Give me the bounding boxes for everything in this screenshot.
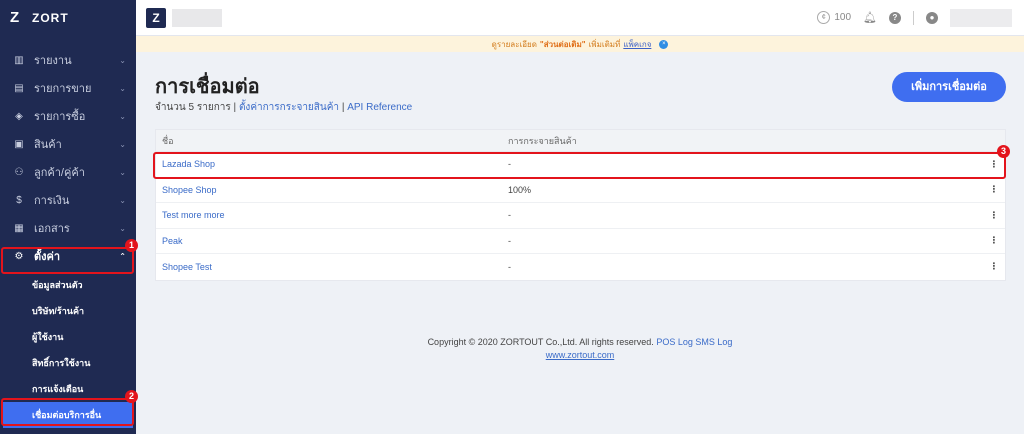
close-icon[interactable]: × [659,39,669,49]
sidebar-item-label: รายการซื้อ [34,111,86,123]
more-options-icon[interactable]: ⋮ [983,184,1005,195]
topbar-right: ¢ 100 🔔︎ ? ● [817,8,1024,27]
highlight-box-connect [1,398,134,426]
header-name: ชื่อ [162,135,174,146]
basket-icon: ◈ [15,110,23,122]
notice-package-link[interactable]: แพ็คเกจ [623,38,651,51]
highlight-box-settings [1,247,134,274]
separator: | [339,102,348,113]
divider [913,10,914,25]
notice-highlight: "ส่วนต่อเติม" [539,39,586,49]
record-count: จำนวน 5 รายการ [155,102,231,113]
notice-middle: เพิ่มเติมที่ [588,39,621,49]
submenu-item-users[interactable]: ผู้ใช้งาน [0,324,136,350]
clipboard-icon: ▤ [14,82,24,94]
sidebar: Z ZORT ▥ รายงาน ⌄ ▤ รายการขาย ⌄ ◈ รายการ… [0,0,136,434]
table-row[interactable]: Peak - ⋮ [156,229,1005,254]
connection-distribution: - [508,210,511,221]
user-name-redacted[interactable] [950,8,1012,27]
chevron-down-icon: ⌄ [119,83,126,93]
coin-icon: ¢ [817,11,831,24]
api-reference-link[interactable]: API Reference [347,102,412,113]
footer-site-link[interactable]: www.zortout.com [546,350,615,360]
chevron-down-icon: ⌄ [119,55,126,65]
sidebar-item-documents[interactable]: ▦ เอกสาร ⌄ [0,214,136,242]
money-icon: $ [16,194,22,206]
shop-name-redacted [172,8,222,27]
notice-banner: ดูรายละเอียด "ส่วนต่อเติม" เพิ่มเติมที่ … [136,36,1024,52]
footer-link-sms-log[interactable]: SMS Log [695,337,732,347]
sidebar-item-report[interactable]: ▥ รายงาน ⌄ [0,46,136,74]
document-icon: ▦ [14,222,24,234]
credit-balance[interactable]: ¢ 100 [817,11,851,24]
sidebar-item-sales[interactable]: ▤ รายการขาย ⌄ [0,74,136,102]
step-badge-2: 2 [125,390,138,403]
sidebar-item-label: การเงิน [34,195,70,207]
submenu-item-company[interactable]: บริษัท/ร้านค้า [0,298,136,324]
copyright-text: Copyright © 2020 ZORTOUT Co.,Ltd. All ri… [427,337,654,347]
step-badge-1: 1 [125,239,138,252]
sidebar-item-label: รายงาน [34,55,72,67]
page-title: การเชื่อมต่อ [155,76,260,98]
connection-name[interactable]: Shopee Test [156,262,508,272]
chevron-down-icon: ⌄ [119,223,126,233]
sidebar-nav: ▥ รายงาน ⌄ ▤ รายการขาย ⌄ ◈ รายการซื้อ ⌄ … [0,46,136,428]
connection-name[interactable]: Peak [156,236,508,246]
company-logo[interactable]: Z [146,7,166,28]
sidebar-item-products[interactable]: ▣ สินค้า ⌄ [0,130,136,158]
sidebar-item-purchases[interactable]: ◈ รายการซื้อ ⌄ [0,102,136,130]
chevron-down-icon: ⌄ [119,139,126,149]
topbar: Z ¢ 100 🔔︎ ? ● [136,0,1024,36]
users-icon: ⚇ [14,166,24,178]
sidebar-item-contacts[interactable]: ⚇ ลูกค้า/คู่ค้า ⌄ [0,158,136,186]
connection-name[interactable]: Shopee Shop [156,185,508,195]
connection-distribution: - [508,235,511,246]
footer-line: Copyright © 2020 ZORTOUT Co.,Ltd. All ri… [136,336,1024,349]
sidebar-item-label: ลูกค้า/คู่ค้า [34,167,85,179]
connection-distribution: 100% [508,184,532,195]
separator: | [230,102,239,113]
chevron-down-icon: ⌄ [119,167,126,177]
bell-icon[interactable]: 🔔︎ [863,11,877,24]
header-distribution: การกระจายสินค้า [508,135,577,146]
brand-name: ZORT [32,11,69,25]
user-icon[interactable]: ● [926,11,938,24]
sidebar-item-label: รายการขาย [34,83,92,95]
zort-logo-icon: Z [10,9,20,26]
more-options-icon[interactable]: ⋮ [983,210,1005,221]
table-header: ชื่อ การกระจายสินค้า [156,130,1005,152]
chevron-down-icon: ⌄ [119,195,126,205]
step-badge-3: 3 [997,145,1010,158]
table-row[interactable]: Shopee Shop 100% ⋮ [156,178,1005,203]
credit-amount: 100 [834,12,852,23]
submenu-item-profile[interactable]: ข้อมูลส่วนตัว [0,272,136,298]
box-icon: ▣ [14,138,24,150]
sidebar-item-label: สินค้า [34,139,62,151]
table-row[interactable]: Test more more - ⋮ [156,203,1005,229]
table-row[interactable]: Shopee Test - ⋮ [156,254,1005,280]
notice-prefix: ดูรายละเอียด [491,39,537,49]
connection-name[interactable]: Test more more [156,210,508,220]
highlight-box-lazada-row [153,152,1006,179]
distribution-settings-link[interactable]: ตั้งค่าการกระจายสินค้า [239,102,339,113]
sidebar-item-label: เอกสาร [34,223,70,235]
submenu-item-permissions[interactable]: สิทธิ์การใช้งาน [0,350,136,376]
help-icon[interactable]: ? [889,11,901,24]
brand[interactable]: Z ZORT [0,0,136,36]
footer-link-log[interactable]: Log [678,337,693,347]
footer-link-pos[interactable]: POS [656,337,675,347]
chart-icon: ▥ [14,54,24,66]
more-options-icon[interactable]: ⋮ [983,235,1005,246]
connection-distribution: - [508,261,511,272]
sidebar-item-finance[interactable]: $ การเงิน ⌄ [0,186,136,214]
page-subtitle: จำนวน 5 รายการ | ตั้งค่าการกระจายสินค้า … [155,100,412,115]
chevron-down-icon: ⌄ [119,111,126,121]
add-connection-button[interactable]: เพิ่มการเชื่อมต่อ [892,72,1006,102]
more-options-icon[interactable]: ⋮ [983,261,1005,272]
footer: Copyright © 2020 ZORTOUT Co.,Ltd. All ri… [136,336,1024,362]
